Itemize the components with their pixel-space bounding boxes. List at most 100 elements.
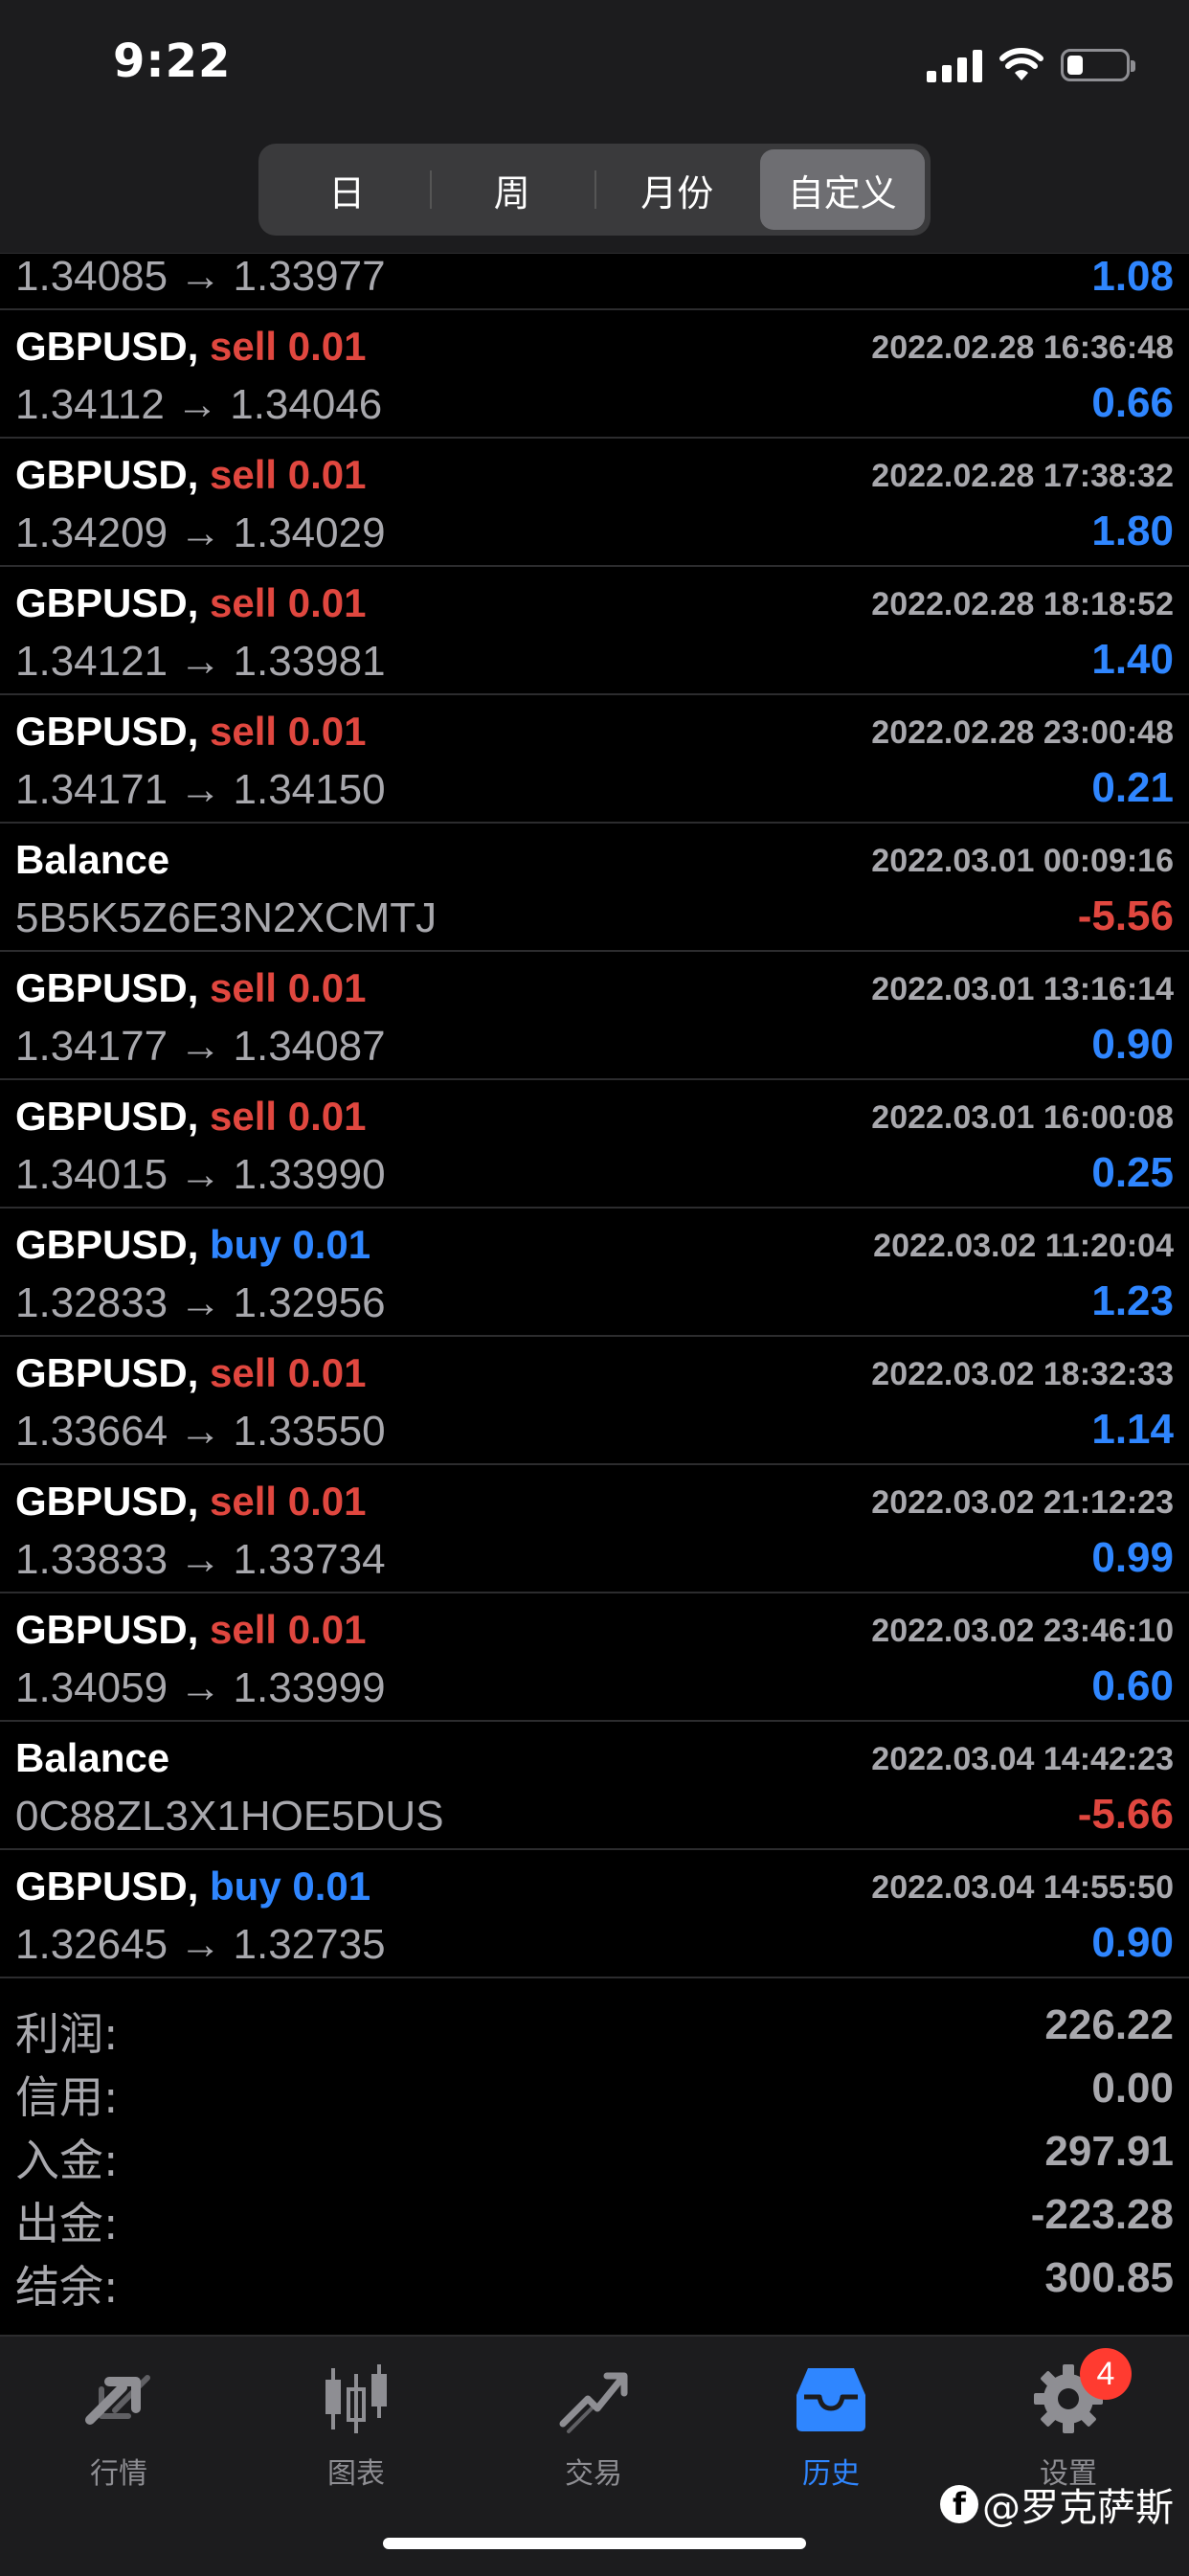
price-range: 1.32645 → 1.32735 xyxy=(15,1921,386,1968)
symbol-label: GBPUSD, xyxy=(15,709,199,754)
list-item[interactable]: Balance 2022.03.04 14:42:23 0C88ZL3X1HOE5… xyxy=(0,1722,1189,1850)
deal-time: 2022.02.28 17:38:32 xyxy=(871,458,1174,494)
deal-title: GBPUSD, sell 0.01 xyxy=(15,1350,367,1396)
filter-tab-day[interactable]: 日 xyxy=(264,149,430,230)
symbol-label: GBPUSD, xyxy=(15,452,199,497)
header: 9:22 日 周 月份 自定义 xyxy=(0,0,1189,254)
profit-value: 1.23 xyxy=(1091,1277,1174,1324)
deal-time: 2022.03.01 13:16:14 xyxy=(871,971,1174,1007)
list-item[interactable]: GBPUSD, sell 0.01 2022.02.28 16:36:48 1.34… xyxy=(0,310,1189,439)
summary-value: -223.28 xyxy=(1030,2191,1174,2238)
summary-label: 信用: xyxy=(15,2071,119,2123)
deal-side: sell 0.01 xyxy=(210,1479,367,1524)
list-item[interactable]: GBPUSD, sell 0.01 2022.03.02 21:12:23 1.33… xyxy=(0,1465,1189,1593)
list-item[interactable]: GBPUSD, sell 0.01 2022.03.02 18:32:33 1.33… xyxy=(0,1337,1189,1465)
deal-time: 2022.02.28 23:00:48 xyxy=(871,714,1174,751)
profit-value: 0.25 xyxy=(1091,1149,1174,1196)
price-range: 1.32833 → 1.32956 xyxy=(15,1279,386,1326)
battery-icon xyxy=(1061,49,1135,81)
profit-value: 0.66 xyxy=(1091,379,1174,426)
symbol-label: Balance xyxy=(15,1735,170,1780)
profit-value: 0.60 xyxy=(1091,1662,1174,1709)
wifi-icon xyxy=(999,48,1043,80)
deal-title: GBPUSD, buy 0.01 xyxy=(15,1864,370,1909)
price-range: 1.34059 → 1.33999 xyxy=(15,1664,386,1711)
home-indicator[interactable] xyxy=(383,2538,806,2549)
symbol-label: GBPUSD, xyxy=(15,965,199,1010)
symbol-label: Balance xyxy=(15,837,170,882)
list-item[interactable]: GBPUSD, buy 0.01 2022.03.02 11:20:04 1.328… xyxy=(0,1209,1189,1337)
summary-value: 297.91 xyxy=(1044,2128,1174,2175)
list-item[interactable]: GBPUSD, sell 0.01 2022.02.28 17:38:32 1.34… xyxy=(0,439,1189,567)
deal-title: GBPUSD, sell 0.01 xyxy=(15,580,367,626)
list-item[interactable]: GBPUSD, buy 0.01 2022.03.04 14:55:50 1.326… xyxy=(0,1850,1189,1978)
list-item[interactable]: GBPUSD, sell 0.01 2022.03.01 13:16:14 1.34… xyxy=(0,952,1189,1080)
summary-row-credit: 信用: 0.00 xyxy=(0,2059,1189,2123)
deal-time: 2022.03.01 00:09:16 xyxy=(871,843,1174,879)
history-list: 1.34085 → 1.33977 1.08 GBPUSD, sell 0.01… xyxy=(0,253,1189,1978)
profit-value: 0.90 xyxy=(1091,1021,1174,1068)
summary-label: 利润: xyxy=(15,2008,119,2060)
list-item[interactable]: GBPUSD, sell 0.01 2022.02.28 18:18:52 1.34… xyxy=(0,567,1189,695)
tab-history[interactable]: 历史 xyxy=(712,2356,950,2499)
chart-icon xyxy=(313,2356,399,2442)
deal-title: Balance xyxy=(15,837,169,883)
profit-value: 1.14 xyxy=(1091,1406,1174,1453)
deal-title: GBPUSD, sell 0.01 xyxy=(15,965,367,1011)
deal-side: buy 0.01 xyxy=(210,1222,371,1267)
profit-value: 1.80 xyxy=(1091,508,1174,554)
deal-side: sell 0.01 xyxy=(210,1094,367,1139)
list-item[interactable]: GBPUSD, sell 0.01 2022.03.01 16:00:08 1.34… xyxy=(0,1080,1189,1209)
list-item[interactable]: 1.34085 → 1.33977 1.08 xyxy=(0,253,1189,310)
price-range: 1.34121 → 1.33981 xyxy=(15,638,386,685)
price-range: 1.34015 → 1.33990 xyxy=(15,1151,386,1198)
filter-tab-custom[interactable]: 自定义 xyxy=(759,149,925,230)
period-filter: 日 周 月份 自定义 xyxy=(258,144,931,236)
symbol-label: GBPUSD, xyxy=(15,1350,199,1395)
summary-row-profit: 利润: 226.22 xyxy=(0,1996,1189,2060)
list-item[interactable]: GBPUSD, sell 0.01 2022.02.28 23:00:48 1.34… xyxy=(0,695,1189,824)
deal-time: 2022.03.02 18:32:33 xyxy=(871,1356,1174,1392)
profit-value: 1.08 xyxy=(1091,253,1174,300)
deal-side: sell 0.01 xyxy=(210,452,367,497)
list-item[interactable]: GBPUSD, sell 0.01 2022.03.02 23:46:10 1.34… xyxy=(0,1593,1189,1722)
tab-chart[interactable]: 图表 xyxy=(237,2356,475,2499)
quotes-icon xyxy=(76,2356,162,2442)
profit-value: 0.99 xyxy=(1091,1534,1174,1581)
summary-label: 出金: xyxy=(15,2198,119,2249)
profit-value: 0.21 xyxy=(1091,764,1174,811)
filter-tab-month[interactable]: 月份 xyxy=(594,149,760,230)
summary-value: 300.85 xyxy=(1044,2254,1174,2301)
price-range: 1.33664 → 1.33550 xyxy=(15,1408,386,1455)
price-range: 1.34177 → 1.34087 xyxy=(15,1023,386,1070)
deal-time: 2022.03.02 21:12:23 xyxy=(871,1484,1174,1521)
filter-tab-week[interactable]: 周 xyxy=(429,149,595,230)
notification-badge: 4 xyxy=(1080,2348,1132,2400)
deal-title: GBPUSD, sell 0.01 xyxy=(15,452,367,498)
deal-time: 2022.03.04 14:42:23 xyxy=(871,1741,1174,1777)
price-range: 0C88ZL3X1HOE5DUS xyxy=(15,1793,444,1840)
deal-time: 2022.02.28 18:18:52 xyxy=(871,586,1174,622)
deal-side: sell 0.01 xyxy=(210,1607,367,1652)
deal-title: GBPUSD, buy 0.01 xyxy=(15,1222,370,1268)
price-range: 1.34085 → 1.33977 xyxy=(15,253,386,300)
price-range: 1.33833 → 1.33734 xyxy=(15,1536,386,1583)
deal-time: 2022.02.28 16:36:48 xyxy=(871,329,1174,366)
summary-label: 入金: xyxy=(15,2135,119,2186)
deal-time: 2022.03.04 14:55:50 xyxy=(871,1869,1174,1906)
summary-row-deposit: 入金: 297.91 xyxy=(0,2122,1189,2186)
deal-title: GBPUSD, sell 0.01 xyxy=(15,324,367,370)
deal-title: GBPUSD, sell 0.01 xyxy=(15,1094,367,1140)
symbol-label: GBPUSD, xyxy=(15,1094,199,1139)
list-item[interactable]: Balance 2022.03.01 00:09:16 5B5K5Z6E3N2XC… xyxy=(0,824,1189,952)
symbol-label: GBPUSD, xyxy=(15,1864,199,1909)
tab-trade[interactable]: 交易 xyxy=(475,2356,712,2499)
deal-title: GBPUSD, sell 0.01 xyxy=(15,1479,367,1525)
summary-label: 结余: xyxy=(15,2261,119,2313)
deal-title: Balance xyxy=(15,1735,169,1781)
deal-side: sell 0.01 xyxy=(210,1350,367,1395)
watermark: f @罗克萨斯 xyxy=(940,2476,1174,2532)
price-range: 1.34112 → 1.34046 xyxy=(15,381,383,428)
deal-side: sell 0.01 xyxy=(210,965,367,1010)
tab-quotes[interactable]: 行情 xyxy=(0,2356,237,2499)
